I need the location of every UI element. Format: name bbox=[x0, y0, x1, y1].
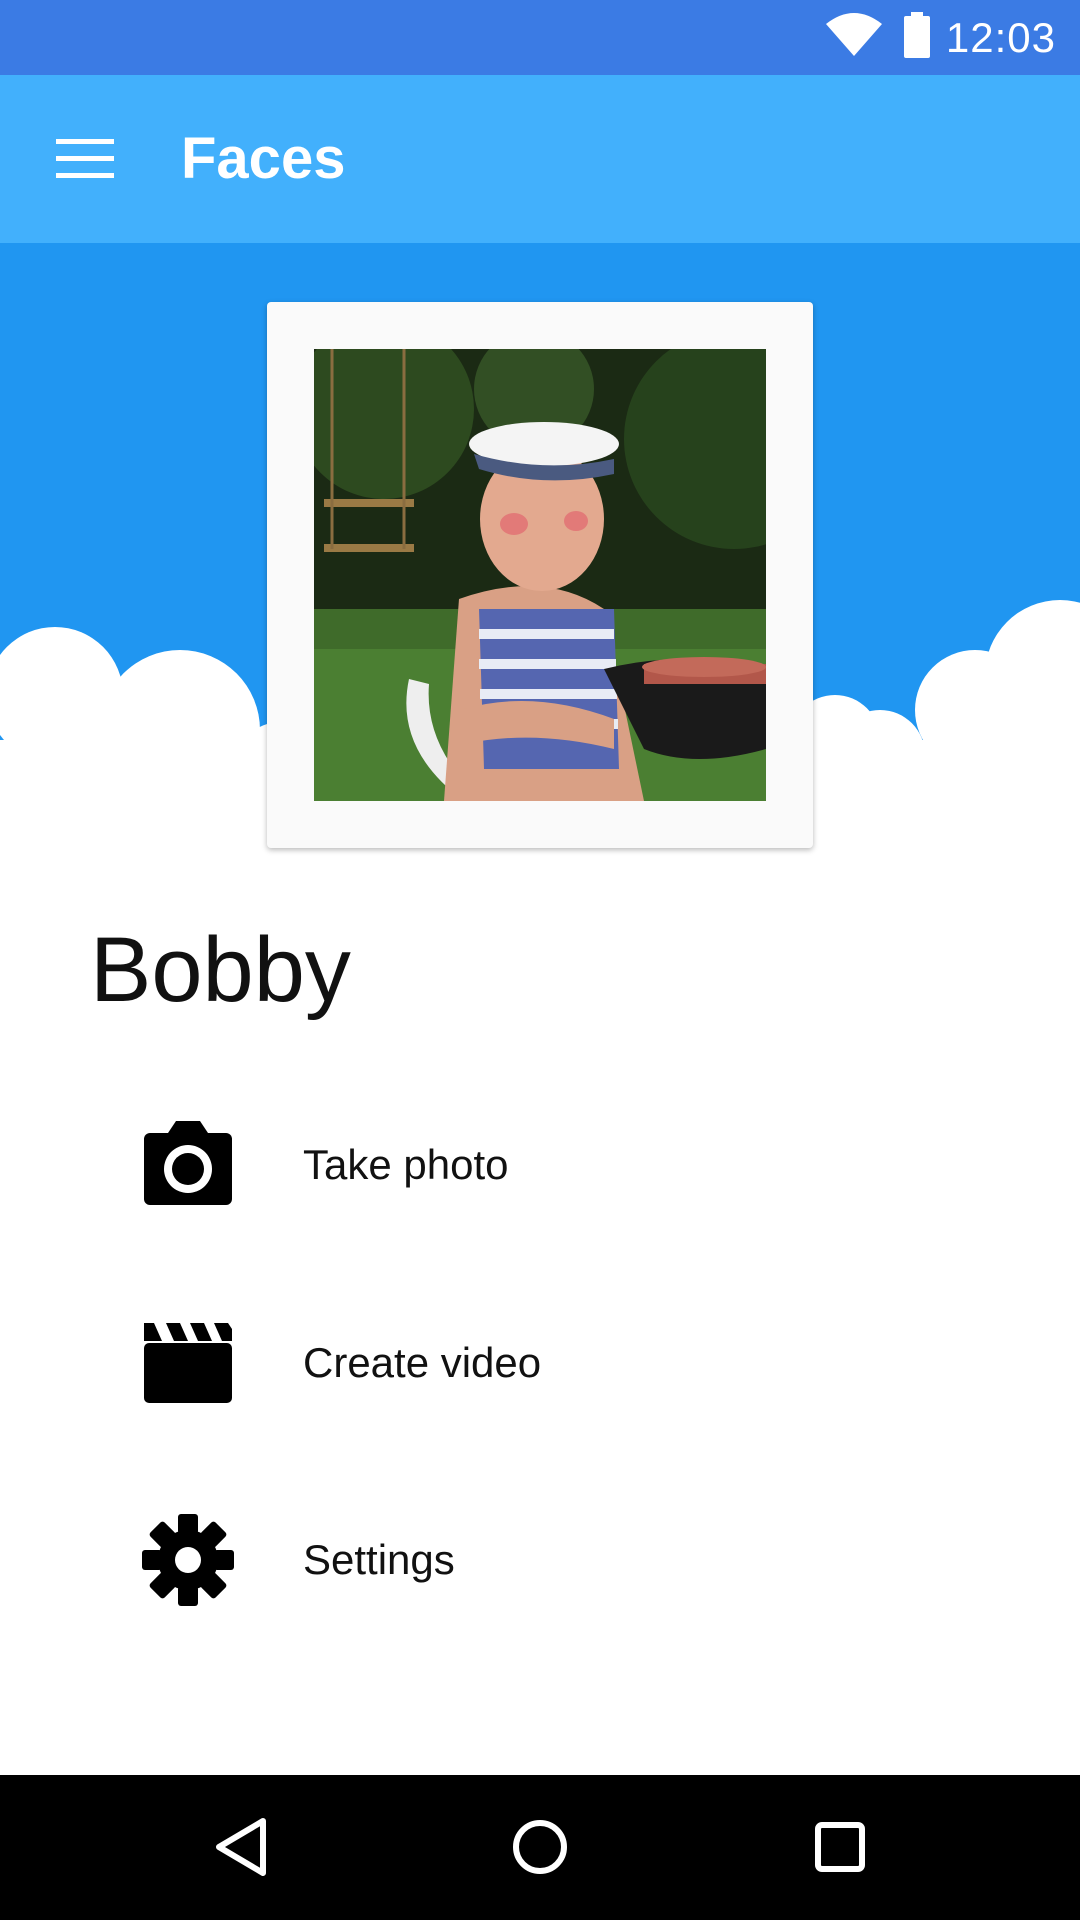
navigation-bar bbox=[0, 1775, 1080, 1920]
back-button[interactable] bbox=[196, 1807, 286, 1887]
status-time: 12:03 bbox=[945, 13, 1056, 61]
app-title: Faces bbox=[181, 126, 346, 191]
clapperboard-icon bbox=[144, 1323, 232, 1403]
settings-label: Settings bbox=[303, 1536, 455, 1583]
home-button[interactable] bbox=[495, 1807, 585, 1887]
battery-icon bbox=[902, 12, 932, 63]
home-icon bbox=[513, 1820, 567, 1874]
take-photo-label: Take photo bbox=[303, 1141, 509, 1188]
create-video-item[interactable]: Create video bbox=[0, 1288, 1080, 1438]
app-bar: Faces bbox=[0, 75, 1080, 243]
menu-icon bbox=[56, 139, 114, 178]
create-video-label: Create video bbox=[303, 1339, 542, 1386]
profile-photo-card bbox=[267, 302, 813, 848]
recents-icon bbox=[815, 1822, 865, 1872]
recents-button[interactable] bbox=[795, 1807, 885, 1887]
settings-item[interactable]: Settings bbox=[0, 1485, 1080, 1635]
person-name: Bobby bbox=[90, 919, 351, 1021]
take-photo-item[interactable]: Take photo bbox=[0, 1090, 1080, 1240]
gear-icon bbox=[142, 1514, 234, 1606]
status-bar: 12:03 bbox=[0, 0, 1080, 75]
camera-icon bbox=[144, 1121, 232, 1205]
profile-photo bbox=[314, 349, 766, 801]
back-icon bbox=[216, 1818, 266, 1876]
status-icons: 12:03 bbox=[824, 0, 1056, 75]
menu-button[interactable] bbox=[40, 119, 130, 199]
wifi-icon bbox=[824, 12, 884, 63]
